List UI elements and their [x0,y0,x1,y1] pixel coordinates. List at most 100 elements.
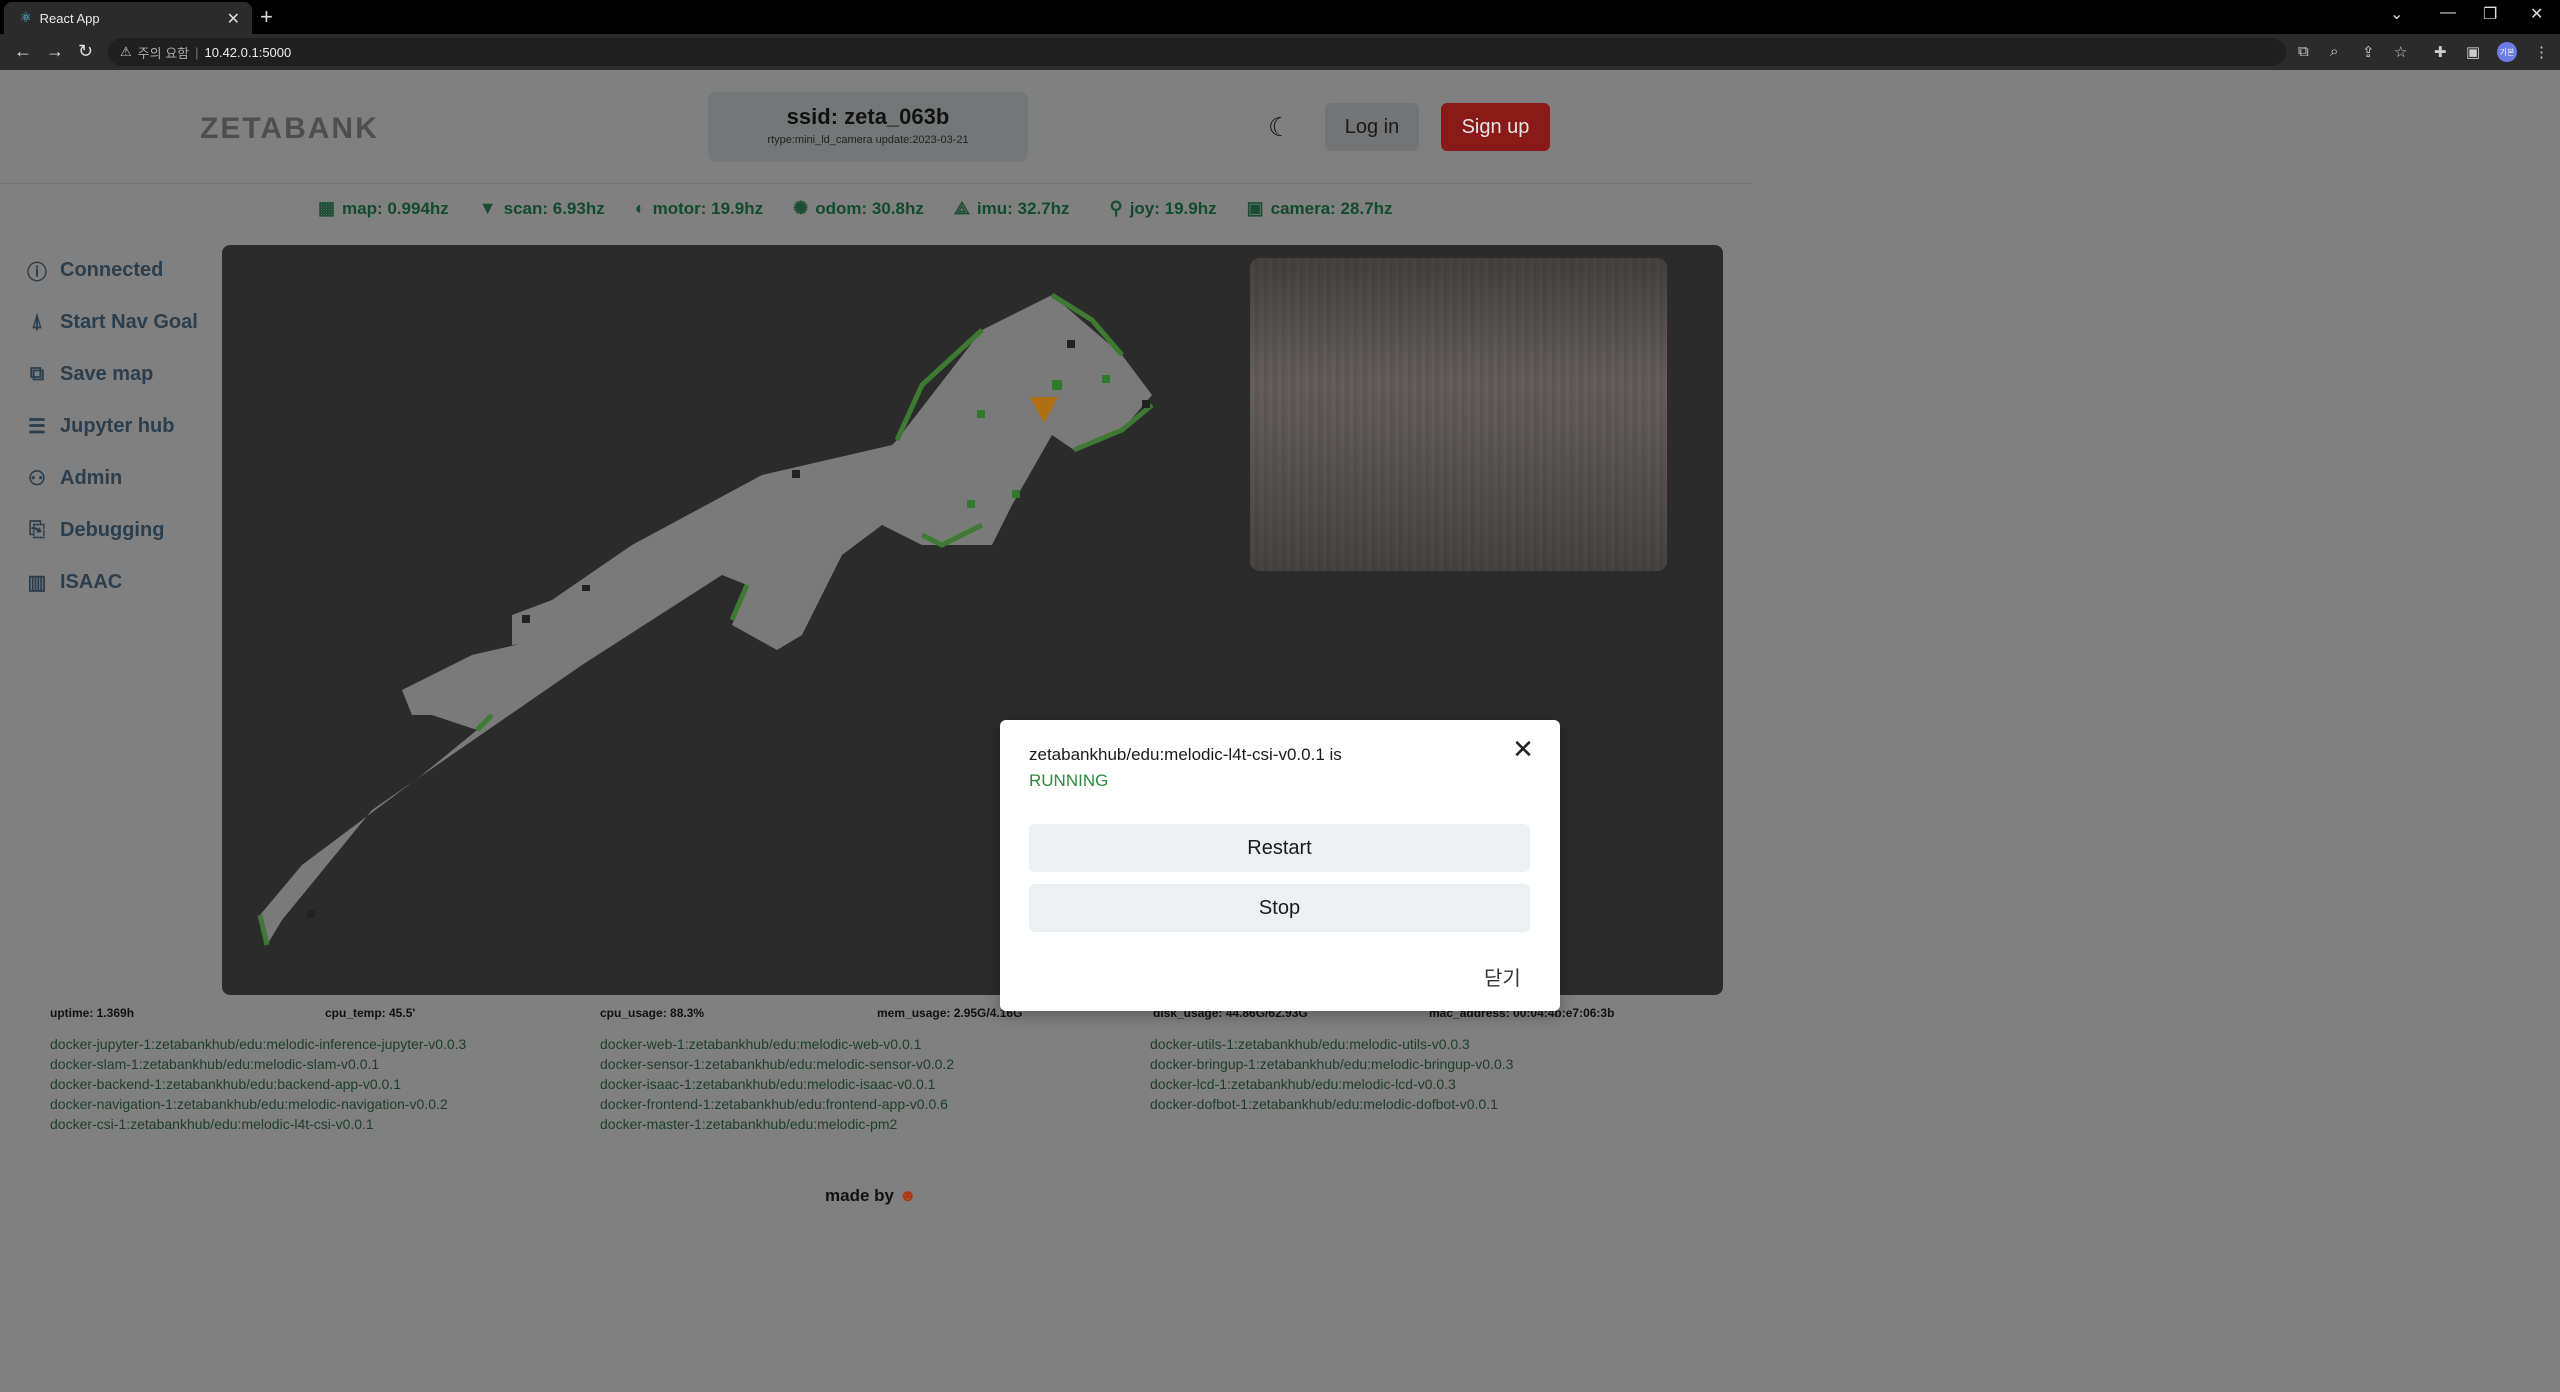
stat-scan: ▼ scan: 6.93hz [479,198,605,219]
login-button[interactable]: Log in [1325,103,1419,151]
container-item: docker-sensor-1:zetabankhub/edu:melodic-… [600,1056,955,1072]
mascot-icon: ☻ [898,1186,917,1205]
cpu-temp-label: cpu_temp: 45.5' [325,1006,416,1020]
motor-icon: ◐ [634,198,646,218]
container-status-modal: zetabankhub/edu:melodic-l4t-csi-v0.0.1 i… [1000,720,1560,1011]
cpu-usage-label: cpu_usage: 88.3% [600,1006,705,1020]
wifi-icon: ▼ [478,198,497,218]
extensions-icon[interactable]: ✚ [2434,43,2447,61]
odom-icon: ✺ [793,198,809,218]
container-item: docker-dofbot-1:zetabankhub/edu:melodic-… [1150,1096,1498,1112]
container-item: docker-backend-1:zetabankhub/edu:backend… [50,1076,402,1092]
sidebar-item-label: Save map [60,362,154,385]
sidebar-item-save-map[interactable]: ⧉ Save map [24,348,198,400]
browser-tab-bar: ⚛ React App ✕ + ⌄ — ❐ ✕ [0,0,2560,34]
container-item: docker-utils-1:zetabankhub/edu:melodic-u… [1150,1036,1470,1052]
translate-icon[interactable]: ⧉ [2298,43,2309,60]
container-item: docker-isaac-1:zetabankhub/edu:melodic-i… [600,1076,936,1092]
sidebar-item-jupyter-hub[interactable]: ☰ Jupyter hub [24,400,198,452]
url-separator: | [195,44,199,60]
camera-feed [1250,258,1667,571]
side-panel-icon[interactable]: ▣ [2466,43,2480,61]
container-item: docker-jupyter-1:zetabankhub/edu:melodic… [50,1036,467,1052]
sidebar-item-isaac[interactable]: ▥ ISAAC [24,556,198,608]
stat-odom-label: odom: 30.8hz [815,198,924,218]
stop-button[interactable]: Stop [1029,884,1530,932]
back-icon[interactable]: ← [14,41,32,62]
stat-joy: ⚲ joy: 19.9hz [1110,198,1217,219]
sidebar-item-label: Connected [60,258,164,281]
signup-button[interactable]: Sign up [1441,103,1550,151]
url-text: 10.42.0.1:5000 [204,44,292,60]
menu-dots-icon[interactable]: ⋮ [2534,43,2549,61]
stat-scan-label: scan: 6.93hz [503,198,605,218]
sidebar-item-label: Jupyter hub [60,414,175,437]
ssid-panel: ssid: zeta_063b rtype:mini_ld_camera upd… [708,92,1028,162]
app-root: ZETABANK ssid: zeta_063b rtype:mini_ld_c… [0,70,2560,1392]
admin-icon: ⚇ [28,467,46,490]
sidebar-item-label: Debugging [60,518,165,541]
share-icon[interactable]: ⇪ [2362,43,2375,61]
stat-camera-label: camera: 28.7hz [1270,198,1393,218]
minimize-icon[interactable]: — [2440,4,2456,22]
sidebar-item-debugging[interactable]: ⎘ Debugging [24,504,198,556]
stat-map: ▦ map: 0.994hz [318,198,449,219]
container-item: docker-bringup-1:zetabankhub/edu:melodic… [1150,1056,1514,1072]
stat-odom: ✺ odom: 30.8hz [793,198,924,219]
container-item: docker-frontend-1:zetabankhub/edu:fronte… [600,1096,948,1112]
ssid-label: ssid: zeta_063b [786,104,950,129]
new-tab-icon[interactable]: + [260,4,273,30]
container-item: docker-master-1:zetabankhub/edu:melodic-… [600,1116,898,1132]
made-by-label: made by [825,1186,894,1205]
tab-close-icon[interactable]: ✕ [227,9,240,29]
restart-button[interactable]: Restart [1029,824,1530,872]
stat-motor: ◐ motor: 19.9hz [635,198,763,219]
container-list-col3: docker-utils-1:zetabankhub/edu:melodic-u… [1150,1034,1513,1114]
dark-mode-toggle-icon[interactable]: ☾ [1268,112,1291,143]
map-grid-icon: ▦ [318,198,336,218]
modal-container-name: zetabankhub/edu:melodic-l4t-csi-v0.0.1 i… [1029,745,1342,764]
uptime-label: uptime: 1.369h [50,1006,135,1020]
container-list-col1: docker-jupyter-1:zetabankhub/edu:melodic… [50,1034,466,1134]
zoom-icon[interactable]: ⌕ [2330,43,2338,60]
container-item: docker-navigation-1:zetabankhub/edu:melo… [50,1096,448,1112]
reload-icon[interactable]: ↻ [78,41,93,62]
restore-icon[interactable]: ❐ [2483,4,2497,24]
save-map-icon: ⧉ [29,362,45,385]
jupyter-icon: ☰ [28,415,46,438]
browser-address-bar: ← → ↻ ⚠ 주의 요함 | 10.42.0.1:5000 ⧉ ⌕ ⇪ ☆ ✚… [0,34,2560,70]
security-warning-text: 주의 요함 [137,45,190,61]
chart-icon: ▥ [27,571,47,594]
nav-goal-icon: ⍋ [31,310,43,333]
stat-imu-label: imu: 32.7hz [976,198,1070,218]
container-item: docker-slam-1:zetabankhub/edu:melodic-sl… [50,1056,380,1072]
url-input[interactable]: ⚠ 주의 요함 | 10.42.0.1:5000 [108,38,2286,66]
made-by-footer: made by ☻ [825,1186,917,1206]
dismiss-button[interactable]: 닫기 [1484,962,1521,991]
robot-type-label: rtype:mini_ld_camera update:2023-03-21 [767,134,969,146]
sidebar-item-start-nav-goal[interactable]: ⍋ Start Nav Goal [24,296,198,348]
react-favicon-icon: ⚛ [20,10,32,25]
bookmark-star-icon[interactable]: ☆ [2394,43,2407,61]
window-close-icon[interactable]: ✕ [2530,4,2543,24]
container-list-col2: docker-web-1:zetabankhub/edu:melodic-web… [600,1034,954,1134]
sidebar-item-admin[interactable]: ⚇ Admin [24,452,198,504]
sidebar: ⓘ Connected ⍋ Start Nav Goal ⧉ Save map … [24,244,198,608]
browser-tab[interactable]: ⚛ React App ✕ [4,2,252,34]
modal-status: RUNNING [1029,771,1109,790]
zetabank-logo[interactable]: ZETABANK [200,112,379,146]
tab-search-icon[interactable]: ⌄ [2390,4,2403,24]
sidebar-item-label: Start Nav Goal [60,310,198,333]
forward-icon[interactable]: → [46,41,64,62]
debugging-icon: ⎘ [29,518,45,541]
profile-avatar[interactable]: 기본 [2497,42,2517,62]
modal-close-icon[interactable]: ✕ [1511,736,1535,762]
connected-icon: ⓘ [27,261,47,284]
stat-imu: ⟁ imu: 32.7hz [954,198,1070,219]
topic-rate-bar: ▦ map: 0.994hz ▼ scan: 6.93hz ◐ motor: 1… [318,198,1393,219]
stat-joy-label: joy: 19.9hz [1129,198,1217,218]
stat-motor-label: motor: 19.9hz [652,198,764,218]
camera-icon: ▣ [1246,198,1264,218]
warning-icon: ⚠ [120,44,132,59]
sidebar-item-connected[interactable]: ⓘ Connected [24,244,198,296]
